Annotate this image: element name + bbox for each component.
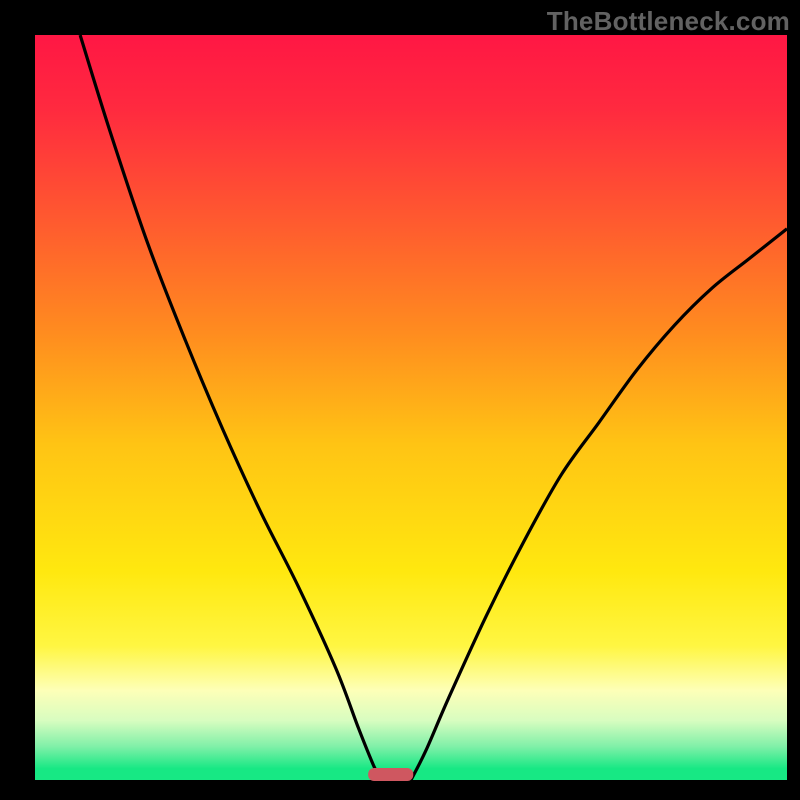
bottleneck-chart	[0, 0, 800, 800]
optimal-marker	[368, 768, 413, 781]
watermark-text: TheBottleneck.com	[547, 6, 790, 37]
chart-frame: TheBottleneck.com	[0, 0, 800, 800]
plot-background	[35, 35, 787, 780]
